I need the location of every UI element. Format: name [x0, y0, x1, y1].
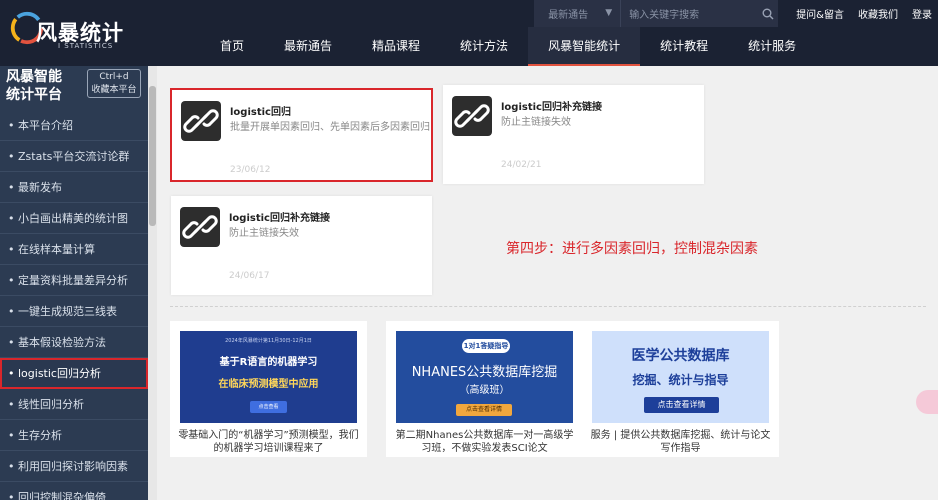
notice-select-value: 最新通告 [548, 10, 589, 21]
link-card-logistic-backup-2[interactable]: logistic回归补充链接 防止主链接失效 24/06/17 [171, 196, 432, 295]
nav-home[interactable]: 首页 [200, 27, 264, 66]
sidebar-item-sample-size[interactable]: • 在线样本量计算 [0, 234, 148, 265]
card-title: logistic回归补充链接 [229, 213, 330, 224]
notice-select[interactable]: 最新通告 ▼ [534, 0, 621, 27]
search-button[interactable] [758, 0, 779, 27]
main-nav: 首页 最新通告 精品课程 统计方法 风暴智能统计 统计教程 统计服务 [200, 27, 816, 66]
link-card-logistic[interactable]: logistic回归 批量开展单因素回归、先单因素后多因素回归 23/06/12 [170, 88, 433, 182]
sidebar-item-zstats-group[interactable]: • Zstats平台交流讨论群 [0, 141, 148, 172]
sidebar-scrollbar[interactable] [148, 66, 157, 500]
top-utility-bar: 最新通告 ▼ 输入关键字搜索 提问&留言 收藏我们 登录 [534, 0, 938, 27]
sidebar-item-hypothesis-test[interactable]: • 基本假设检验方法 [0, 327, 148, 358]
scrollbar-thumb[interactable] [149, 86, 156, 226]
top-header: 风暴统计 I STATISTICS 最新通告 ▼ 输入关键字搜索 提问&留言 收… [0, 0, 938, 66]
promo-banner-title: 医学公共数据库 [631, 348, 730, 364]
promo-banner-button: 点击查看详情 [644, 397, 719, 413]
card-date: 24/06/17 [229, 271, 270, 281]
sidebar: 风暴智能 统计平台 Ctrl+d 收藏本平台 • 本平台介绍 • Zstats平… [0, 66, 148, 500]
promo-banner-subtitle: （高级班） [459, 385, 510, 396]
promo-banner-subtitle: 在临床预测模型中应用 [218, 379, 319, 390]
promo-banner-ml: 2024年风暴统计第11月30日-12月1日 基于R语言的机器学习 在临床预测模… [180, 331, 357, 423]
card-description: 批量开展单因素回归、先单因素后多因素回归 [230, 122, 430, 133]
promo-caption: 服务 | 提供公共数据库挖掘、统计与论文写作指导 [590, 430, 771, 454]
bookmark-platform-button[interactable]: Ctrl+d 收藏本平台 [87, 69, 141, 98]
sidebar-title-line1: 风暴智能 [6, 69, 62, 85]
link-icon [452, 96, 492, 136]
ask-message-link[interactable]: 提问&留言 [796, 6, 844, 21]
promo-card-nhanes[interactable]: 1对1答疑指导 NHANES公共数据库挖掘 （高级班） 点击查看详情 第二期Nh… [386, 321, 583, 457]
chevron-down-icon: ▼ [605, 8, 613, 18]
bookmark-us-link[interactable]: 收藏我们 [858, 6, 898, 21]
nav-stat-methods[interactable]: 统计方法 [440, 27, 528, 66]
sidebar-item-batch-diff[interactable]: • 定量资料批量差异分析 [0, 265, 148, 296]
promo-caption: 零基础入门的“机器学习”预测模型，我们的机器学习培训课程来了 [178, 430, 359, 454]
link-icon [181, 101, 221, 141]
sidebar-item-three-line-table[interactable]: • 一键生成规范三线表 [0, 296, 148, 327]
site-logo[interactable]: 风暴统计 I STATISTICS [8, 7, 123, 57]
promo-card-public-db[interactable]: 医学公共数据库 挖掘、统计与指导 点击查看详情 服务 | 提供公共数据库挖掘、统… [582, 321, 779, 457]
promo-caption: 第二期Nhanes公共数据库一对一高级学习班，不做实验发表SCI论文 [395, 430, 574, 454]
promo-banner-title: 基于R语言的机器学习 [219, 357, 318, 368]
logo-subtitle: I STATISTICS [58, 42, 114, 50]
search-input[interactable]: 输入关键字搜索 [620, 0, 759, 27]
promo-banner-subtitle: 挖掘、统计与指导 [632, 373, 729, 387]
nav-tutorials[interactable]: 统计教程 [640, 27, 728, 66]
sidebar-item-confounding[interactable]: • 回归控制混杂偏倚 [0, 482, 148, 500]
card-date: 24/02/21 [501, 160, 542, 170]
card-description: 防止主链接失效 [229, 228, 299, 239]
promo-banner-date: 2024年风暴统计第11月30日-12月1日 [225, 338, 312, 344]
step-annotation: 第四步：进行多因素回归，控制混杂因素 [506, 241, 758, 257]
floating-action-button[interactable] [916, 390, 938, 414]
link-card-logistic-backup-1[interactable]: logistic回归补充链接 防止主链接失效 24/02/21 [443, 85, 704, 184]
sidebar-title: 风暴智能 统计平台 [6, 68, 62, 104]
promo-banner-title: NHANES公共数据库挖掘 [411, 365, 558, 380]
nav-smart-stats[interactable]: 风暴智能统计 [528, 27, 641, 66]
card-description: 防止主链接失效 [501, 117, 571, 128]
promo-banner-button: 点击查看详情 [456, 404, 512, 416]
promo-banner-public-db: 医学公共数据库 挖掘、统计与指导 点击查看详情 [592, 331, 769, 423]
sidebar-item-linear[interactable]: • 线性回归分析 [0, 389, 148, 420]
sidebar-item-survival[interactable]: • 生存分析 [0, 420, 148, 451]
top-links: 提问&留言 收藏我们 登录 [796, 0, 938, 27]
nav-latest-notice[interactable]: 最新通告 [264, 27, 352, 66]
nav-services[interactable]: 统计服务 [728, 27, 816, 66]
section-divider [170, 306, 926, 307]
sidebar-item-factors[interactable]: • 利用回归探讨影响因素 [0, 451, 148, 482]
card-title: logistic回归 [230, 107, 291, 118]
link-icon [180, 207, 220, 247]
card-title: logistic回归补充链接 [501, 102, 602, 113]
bookmark-label: 收藏本平台 [91, 85, 137, 95]
nav-courses[interactable]: 精品课程 [352, 27, 440, 66]
promo-card-ml[interactable]: 2024年风暴统计第11月30日-12月1日 基于R语言的机器学习 在临床预测模… [170, 321, 367, 457]
sidebar-menu: • 本平台介绍 • Zstats平台交流讨论群 • 最新发布 • 小白画出精美的… [0, 110, 148, 500]
bookmark-shortcut: Ctrl+d [99, 72, 129, 82]
search-icon [762, 8, 774, 19]
sidebar-item-intro[interactable]: • 本平台介绍 [0, 110, 148, 141]
sidebar-item-logistic[interactable]: • logistic回归分析 [0, 358, 148, 389]
card-date: 23/06/12 [230, 165, 271, 175]
promo-banner-badge: 1对1答疑指导 [462, 339, 510, 353]
login-link[interactable]: 登录 [912, 6, 932, 21]
promo-banner-button: 点击查看 [250, 401, 287, 413]
promo-banner-nhanes: 1对1答疑指导 NHANES公共数据库挖掘 （高级班） 点击查看详情 [396, 331, 573, 423]
sidebar-item-latest[interactable]: • 最新发布 [0, 172, 148, 203]
sidebar-item-charts[interactable]: • 小白画出精美的统计图 [0, 203, 148, 234]
sidebar-title-line2: 统计平台 [6, 87, 62, 103]
